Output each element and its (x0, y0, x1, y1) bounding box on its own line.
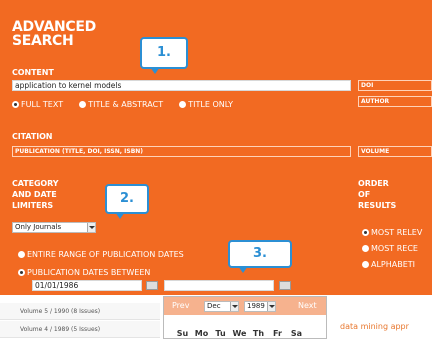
title-line-1: ADVANCED (12, 19, 96, 35)
journals-filter-value: Only Journals (15, 223, 62, 231)
category-date-label: CATEGORY AND DATE LIMITERS (12, 178, 59, 211)
radio-label-dates-between: PUBLICATION DATES BETWEEN (27, 268, 151, 277)
weekday-label: Sa (290, 329, 303, 338)
calendar-prev-button[interactable]: Prev (172, 301, 189, 310)
order-results-label: ORDER OF RESULTS (358, 178, 396, 211)
chevron-down-icon[interactable] (267, 302, 275, 311)
field-select-doi[interactable]: DOI (358, 80, 432, 91)
date-range-option-all[interactable]: ENTIRE RANGE OF PUBLICATION DATES (18, 244, 184, 263)
journals-filter-select[interactable]: Only Journals (12, 222, 96, 233)
calendar-year-value: 1989 (247, 302, 265, 310)
category-label-line-1: CATEGORY (12, 179, 59, 188)
radio-label-entire-range: ENTIRE RANGE OF PUBLICATION DATES (27, 250, 184, 259)
radio-label-title-only: TITLE ONLY (188, 100, 234, 109)
search-query-input[interactable]: application to kernel models (12, 80, 351, 91)
publication-input[interactable]: PUBLICATION (TITLE, DOI, ISSN, ISBN) (12, 146, 351, 157)
weekday-label: We (232, 329, 247, 338)
radio-entire-range[interactable] (18, 251, 25, 258)
weekday-label: Mo (194, 329, 209, 338)
weekday-label: Th (252, 329, 265, 338)
category-label-line-2: AND DATE (12, 190, 57, 199)
weekday-label: Su (176, 329, 189, 338)
citation-section-label: CITATION (12, 132, 53, 141)
calendar-next-button[interactable]: Next (298, 301, 317, 310)
calendar-month-value: Dec (207, 302, 221, 310)
chevron-down-icon[interactable] (230, 302, 238, 311)
date-range-option-between[interactable]: PUBLICATION DATES BETWEEN (18, 262, 150, 281)
callout-2: 2. (105, 184, 149, 219)
result-link-text[interactable]: data mining appr (340, 322, 409, 331)
content-scope-options: FULL TEXT TITLE & ABSTRACT TITLE ONLY (12, 94, 233, 113)
radio-title-abstract[interactable] (79, 101, 87, 108)
weekday-label: Tu (215, 329, 226, 338)
start-date-input[interactable]: 01/01/1986 (32, 280, 142, 291)
calendar-icon[interactable] (146, 281, 158, 290)
volume-input[interactable]: VOLUME (358, 146, 432, 157)
radio-dates-between[interactable] (18, 269, 25, 276)
calendar-header: Prev Dec 1989 Next (164, 297, 326, 315)
radio-title-only[interactable] (179, 101, 187, 108)
callout-1: 1. (140, 37, 188, 74)
radio-full-text[interactable] (12, 101, 19, 108)
page-title: ADVANCED SEARCH (12, 20, 96, 48)
chevron-down-icon[interactable] (87, 223, 95, 232)
list-item[interactable]: Volume 4 / 1989 (5 Issues) (0, 321, 160, 338)
field-select-author[interactable]: AUTHOR (358, 96, 432, 107)
end-date-input[interactable] (164, 280, 274, 291)
radio-label-most-recent: MOST RECE (371, 244, 418, 253)
order-label-line-2: OF (358, 190, 371, 199)
radio-most-relevant[interactable] (362, 229, 369, 236)
list-item[interactable]: Volume 5 / 1990 (8 Issues) (0, 303, 160, 320)
calendar-popup: Prev Dec 1989 Next Su Mo Tu We Th Fr Sa (163, 296, 327, 339)
radio-label-most-relevant: MOST RELEV (371, 228, 423, 237)
calendar-month-select[interactable]: Dec (204, 301, 239, 312)
category-label-line-3: LIMITERS (12, 201, 54, 210)
calendar-weekday-row: Su Mo Tu We Th Fr Sa (173, 321, 306, 340)
order-label-line-1: ORDER (358, 179, 389, 188)
radio-label-title-abstract: TITLE & ABSTRACT (88, 100, 164, 109)
radio-label-alphabetical: ALPHABETI (371, 260, 416, 269)
calendar-year-select[interactable]: 1989 (244, 301, 276, 312)
radio-label-full-text: FULL TEXT (21, 100, 64, 109)
callout-3: 3. (228, 240, 292, 273)
calendar-icon-end[interactable] (279, 281, 291, 290)
radio-most-recent[interactable] (362, 245, 369, 252)
title-line-2: SEARCH (12, 33, 74, 49)
radio-alphabetical[interactable] (362, 261, 369, 268)
order-option-alpha[interactable]: ALPHABETI (362, 254, 415, 273)
order-label-line-3: RESULTS (358, 201, 397, 210)
content-section-label: CONTENT (12, 68, 54, 77)
weekday-label: Fr (273, 329, 282, 338)
